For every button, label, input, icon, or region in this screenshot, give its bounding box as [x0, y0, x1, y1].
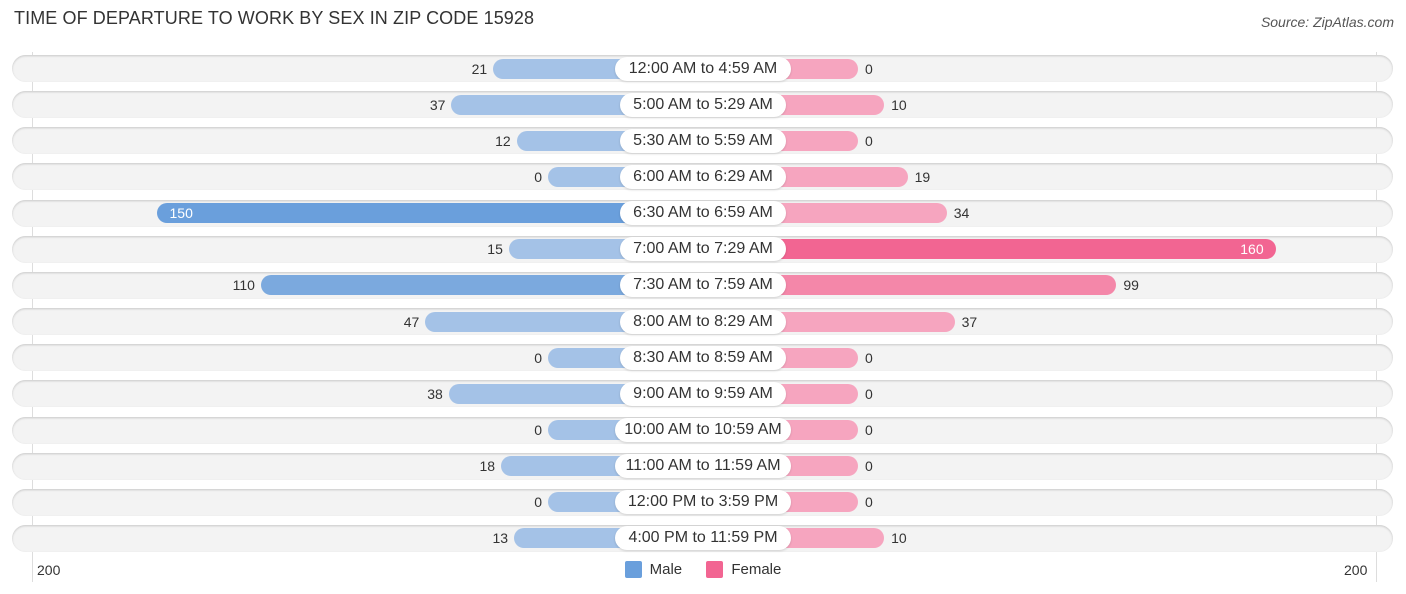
male-value-label: 38 — [427, 385, 443, 402]
category-label: 4:00 PM to 11:59 PM — [615, 526, 791, 551]
legend-swatch-female — [706, 561, 724, 578]
female-value-label: 34 — [953, 205, 970, 222]
male-value-label: 13 — [492, 530, 509, 547]
female-value-label: 10 — [891, 96, 907, 113]
source-label: Source: ZipAtlas.com — [1260, 14, 1394, 30]
female-value-label: 0 — [865, 494, 873, 511]
category-label: 5:30 AM to 5:59 AM — [620, 128, 786, 153]
female-value-label: 99 — [1123, 277, 1139, 294]
female-value-label: 0 — [865, 349, 873, 366]
female-value-label: 0 — [865, 422, 873, 438]
female-value-label: 160 — [1240, 241, 1264, 258]
male-bar[interactable] — [156, 203, 693, 224]
chart-title: TIME OF DEPARTURE TO WORK BY SEX IN ZIP … — [14, 8, 535, 28]
male-value-label: 47 — [403, 313, 420, 330]
category-label: 6:00 AM to 6:29 AM — [620, 164, 786, 189]
female-value-label: 0 — [865, 60, 873, 77]
category-label: 12:00 PM to 3:59 PM — [615, 490, 791, 515]
female-value-label: 37 — [961, 313, 978, 330]
category-label: 7:00 AM to 7:29 AM — [620, 237, 786, 262]
male-value-label: 150 — [169, 205, 193, 222]
category-label: 9:00 AM to 9:59 AM — [620, 381, 786, 406]
category-label: 10:00 AM to 10:59 AM — [615, 418, 791, 442]
female-bar[interactable] — [713, 239, 1276, 260]
category-label: 6:30 AM to 6:59 AM — [620, 201, 786, 226]
category-label: 5:00 AM to 5:29 AM — [620, 92, 786, 117]
male-value-label: 0 — [534, 422, 542, 438]
male-value-label: 0 — [534, 349, 542, 366]
legend-item-female[interactable]: Female — [706, 561, 781, 578]
male-value-label: 0 — [534, 168, 542, 185]
category-label: 8:30 AM to 8:59 AM — [620, 345, 786, 370]
female-value-label: 10 — [891, 530, 907, 547]
category-label: 7:30 AM to 7:59 AM — [620, 273, 786, 298]
legend-label-female: Female — [731, 561, 782, 578]
female-value-label: 19 — [914, 168, 931, 185]
category-label: 11:00 AM to 11:59 AM — [615, 454, 791, 479]
female-value-label: 0 — [865, 458, 873, 475]
male-value-label: 110 — [232, 277, 255, 294]
male-value-label: 15 — [487, 241, 503, 258]
legend-swatch-male — [624, 561, 642, 578]
male-value-label: 12 — [495, 132, 511, 149]
female-value-label: 0 — [865, 132, 873, 149]
category-label: 8:00 AM to 8:29 AM — [620, 309, 786, 334]
legend: Male Female — [0, 561, 1406, 582]
category-label: 12:00 AM to 4:59 AM — [615, 56, 791, 81]
male-value-label: 18 — [479, 458, 496, 475]
male-value-label: 21 — [471, 60, 488, 77]
female-value-label: 0 — [865, 385, 873, 402]
legend-item-male[interactable]: Male — [624, 561, 683, 578]
male-value-label: 37 — [429, 96, 446, 113]
legend-label-male: Male — [649, 561, 683, 578]
male-value-label: 0 — [534, 494, 542, 511]
